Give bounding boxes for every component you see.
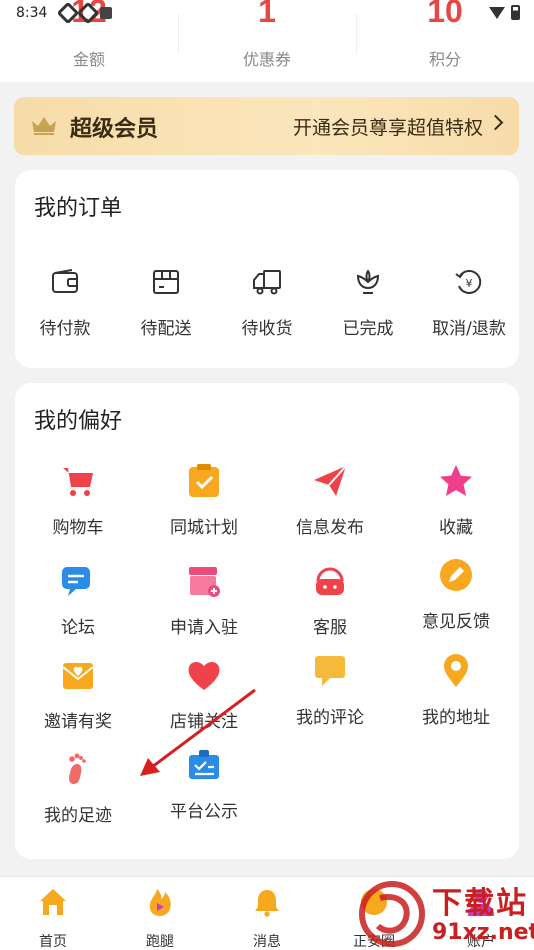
tab-messages[interactable]: 消息	[227, 887, 307, 950]
tab-errand[interactable]: 跑腿	[120, 887, 200, 950]
app-icon	[76, 1, 100, 25]
watermark-text: 下载站	[432, 886, 528, 921]
status-bar: 8:34	[0, 0, 534, 28]
battery-icon	[511, 5, 520, 20]
watermark-logo-icon	[359, 881, 425, 947]
tab-label: 跑腿	[146, 934, 174, 950]
watermark: 下载站 91xz.net	[356, 878, 534, 950]
tab-label: 首页	[39, 934, 67, 950]
errand-icon	[149, 889, 171, 916]
app-icon	[56, 1, 80, 25]
annotation-arrow	[140, 688, 256, 776]
tab-home[interactable]: 首页	[13, 887, 93, 950]
notification-icon	[100, 7, 112, 19]
status-time: 8:34	[16, 5, 48, 21]
watermark-url: 91xz.net	[432, 920, 534, 945]
home-icon	[40, 889, 66, 915]
tab-label: 消息	[253, 934, 281, 950]
wifi-icon	[489, 6, 505, 19]
bell-icon	[255, 890, 279, 917]
